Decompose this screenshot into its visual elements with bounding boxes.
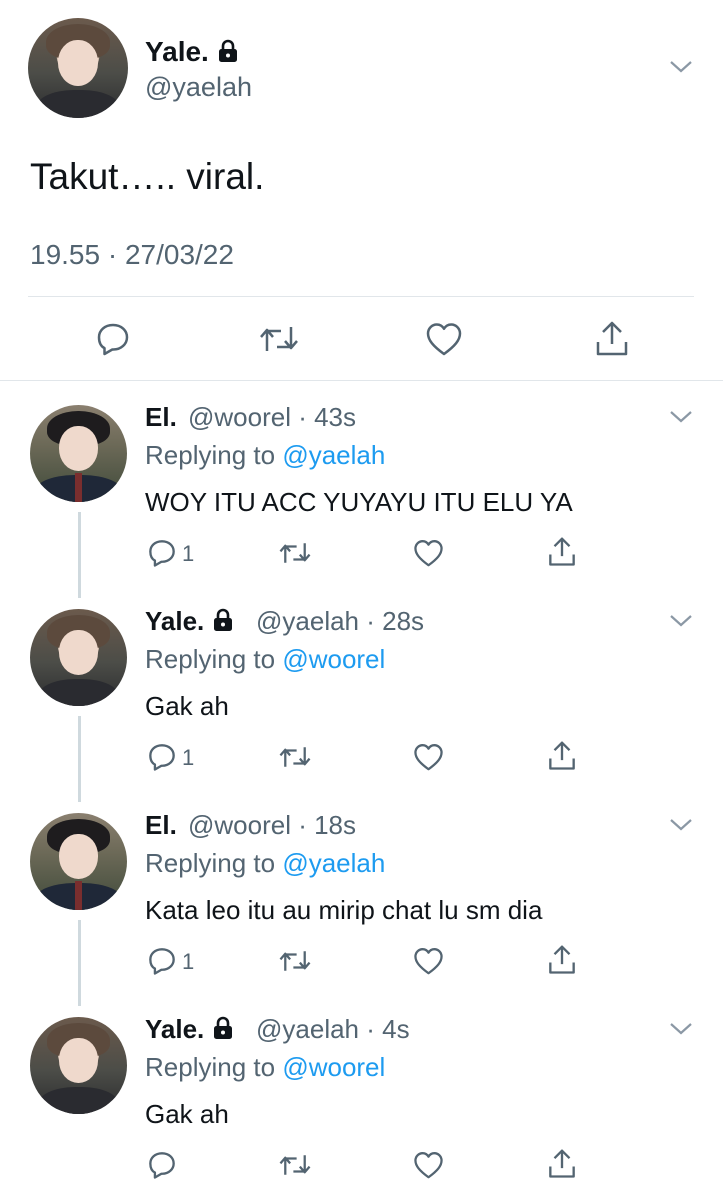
share-icon[interactable]: [547, 1148, 577, 1180]
avatar[interactable]: [30, 1017, 127, 1114]
reply-count: 1: [182, 949, 195, 974]
retweet-icon[interactable]: [278, 948, 312, 974]
reply-icon[interactable]: [95, 321, 131, 357]
replying-to: Replying to @woorel: [145, 1052, 385, 1083]
share-icon[interactable]: [547, 944, 577, 976]
reply-time: · 4s: [366, 1014, 410, 1044]
reply-author-handle[interactable]: @woorel · 43s: [188, 402, 356, 433]
thread-line: [78, 716, 81, 802]
share-icon[interactable]: [547, 536, 577, 568]
like-icon[interactable]: [413, 946, 444, 976]
retweet-icon[interactable]: [278, 744, 312, 770]
reply-count: 1: [182, 745, 195, 770]
reply-text: Kata leo itu au mirip chat lu sm dia: [145, 895, 543, 925]
reply-author-name[interactable]: El.: [145, 402, 177, 433]
reply-text: WOY ITU ACC YUYAYU ITU ELU YA: [145, 487, 573, 517]
author-handle[interactable]: @yaelah: [145, 72, 252, 103]
replying-to: Replying to @woorel: [145, 644, 385, 675]
replying-to: Replying to @yaelah: [145, 440, 385, 471]
retweet-icon[interactable]: [278, 1152, 312, 1178]
reply-author-name[interactable]: Yale.: [145, 606, 234, 637]
share-icon[interactable]: [547, 740, 577, 772]
reply-author-name-text: Yale.: [145, 1014, 205, 1044]
reply-text: Gak ah: [145, 1099, 229, 1129]
replying-prefix: Replying to: [145, 644, 276, 674]
chevron-down-icon[interactable]: [669, 410, 693, 424]
replying-mention[interactable]: @woorel: [282, 644, 385, 674]
reply-text: Gak ah: [145, 691, 229, 721]
author-name[interactable]: Yale.: [145, 36, 239, 68]
reply-author-name[interactable]: Yale.: [145, 1014, 234, 1045]
reply-author-name[interactable]: El.: [145, 810, 177, 841]
reply-icon[interactable]: [147, 538, 177, 568]
handle-text: @yaelah: [256, 606, 360, 636]
lock-icon: [218, 39, 237, 62]
avatar[interactable]: [28, 18, 128, 118]
thread-line: [78, 920, 81, 1006]
thread-line: [78, 512, 81, 598]
reply-icon[interactable]: [147, 946, 177, 976]
avatar[interactable]: [30, 405, 127, 502]
reply-author-name-text: Yale.: [145, 606, 205, 636]
chevron-down-icon[interactable]: [669, 614, 693, 628]
like-icon[interactable]: [413, 1150, 444, 1180]
reply-icon[interactable]: [147, 742, 177, 772]
reply-author-handle[interactable]: @woorel · 18s: [188, 810, 356, 841]
handle-text: @woorel: [188, 810, 291, 840]
retweet-icon[interactable]: [258, 323, 300, 355]
retweet-icon[interactable]: [278, 540, 312, 566]
replying-prefix: Replying to: [145, 848, 276, 878]
reply-time: · 18s: [298, 810, 357, 840]
reply-time: · 28s: [366, 606, 425, 636]
avatar[interactable]: [30, 609, 127, 706]
tweet-timestamp[interactable]: 19.55 · 27/03/22: [30, 239, 234, 271]
replying-to: Replying to @yaelah: [145, 848, 385, 879]
share-icon[interactable]: [594, 320, 630, 358]
reply-author-handle[interactable]: @yaelah · 28s: [256, 606, 424, 637]
lock-icon: [214, 1016, 233, 1039]
divider: [28, 296, 694, 297]
chevron-down-icon[interactable]: [669, 818, 693, 832]
reply-time: · 43s: [298, 402, 357, 432]
replying-mention[interactable]: @yaelah: [282, 440, 385, 470]
replying-mention[interactable]: @yaelah: [282, 848, 385, 878]
like-icon[interactable]: [425, 321, 463, 357]
author-name-text: Yale.: [145, 36, 209, 67]
replying-mention[interactable]: @woorel: [282, 1052, 385, 1082]
chevron-down-icon[interactable]: [669, 60, 693, 74]
tweet-text: Takut….. viral.: [30, 156, 265, 197]
avatar[interactable]: [30, 813, 127, 910]
replying-prefix: Replying to: [145, 440, 276, 470]
divider: [0, 380, 723, 381]
replying-prefix: Replying to: [145, 1052, 276, 1082]
chevron-down-icon[interactable]: [669, 1022, 693, 1036]
like-icon[interactable]: [413, 742, 444, 772]
lock-icon: [214, 608, 233, 631]
reply-count: 1: [182, 541, 195, 566]
reply-author-handle[interactable]: @yaelah · 4s: [256, 1014, 410, 1045]
reply-icon[interactable]: [147, 1150, 177, 1180]
handle-text: @yaelah: [256, 1014, 360, 1044]
handle-text: @woorel: [188, 402, 291, 432]
like-icon[interactable]: [413, 538, 444, 568]
